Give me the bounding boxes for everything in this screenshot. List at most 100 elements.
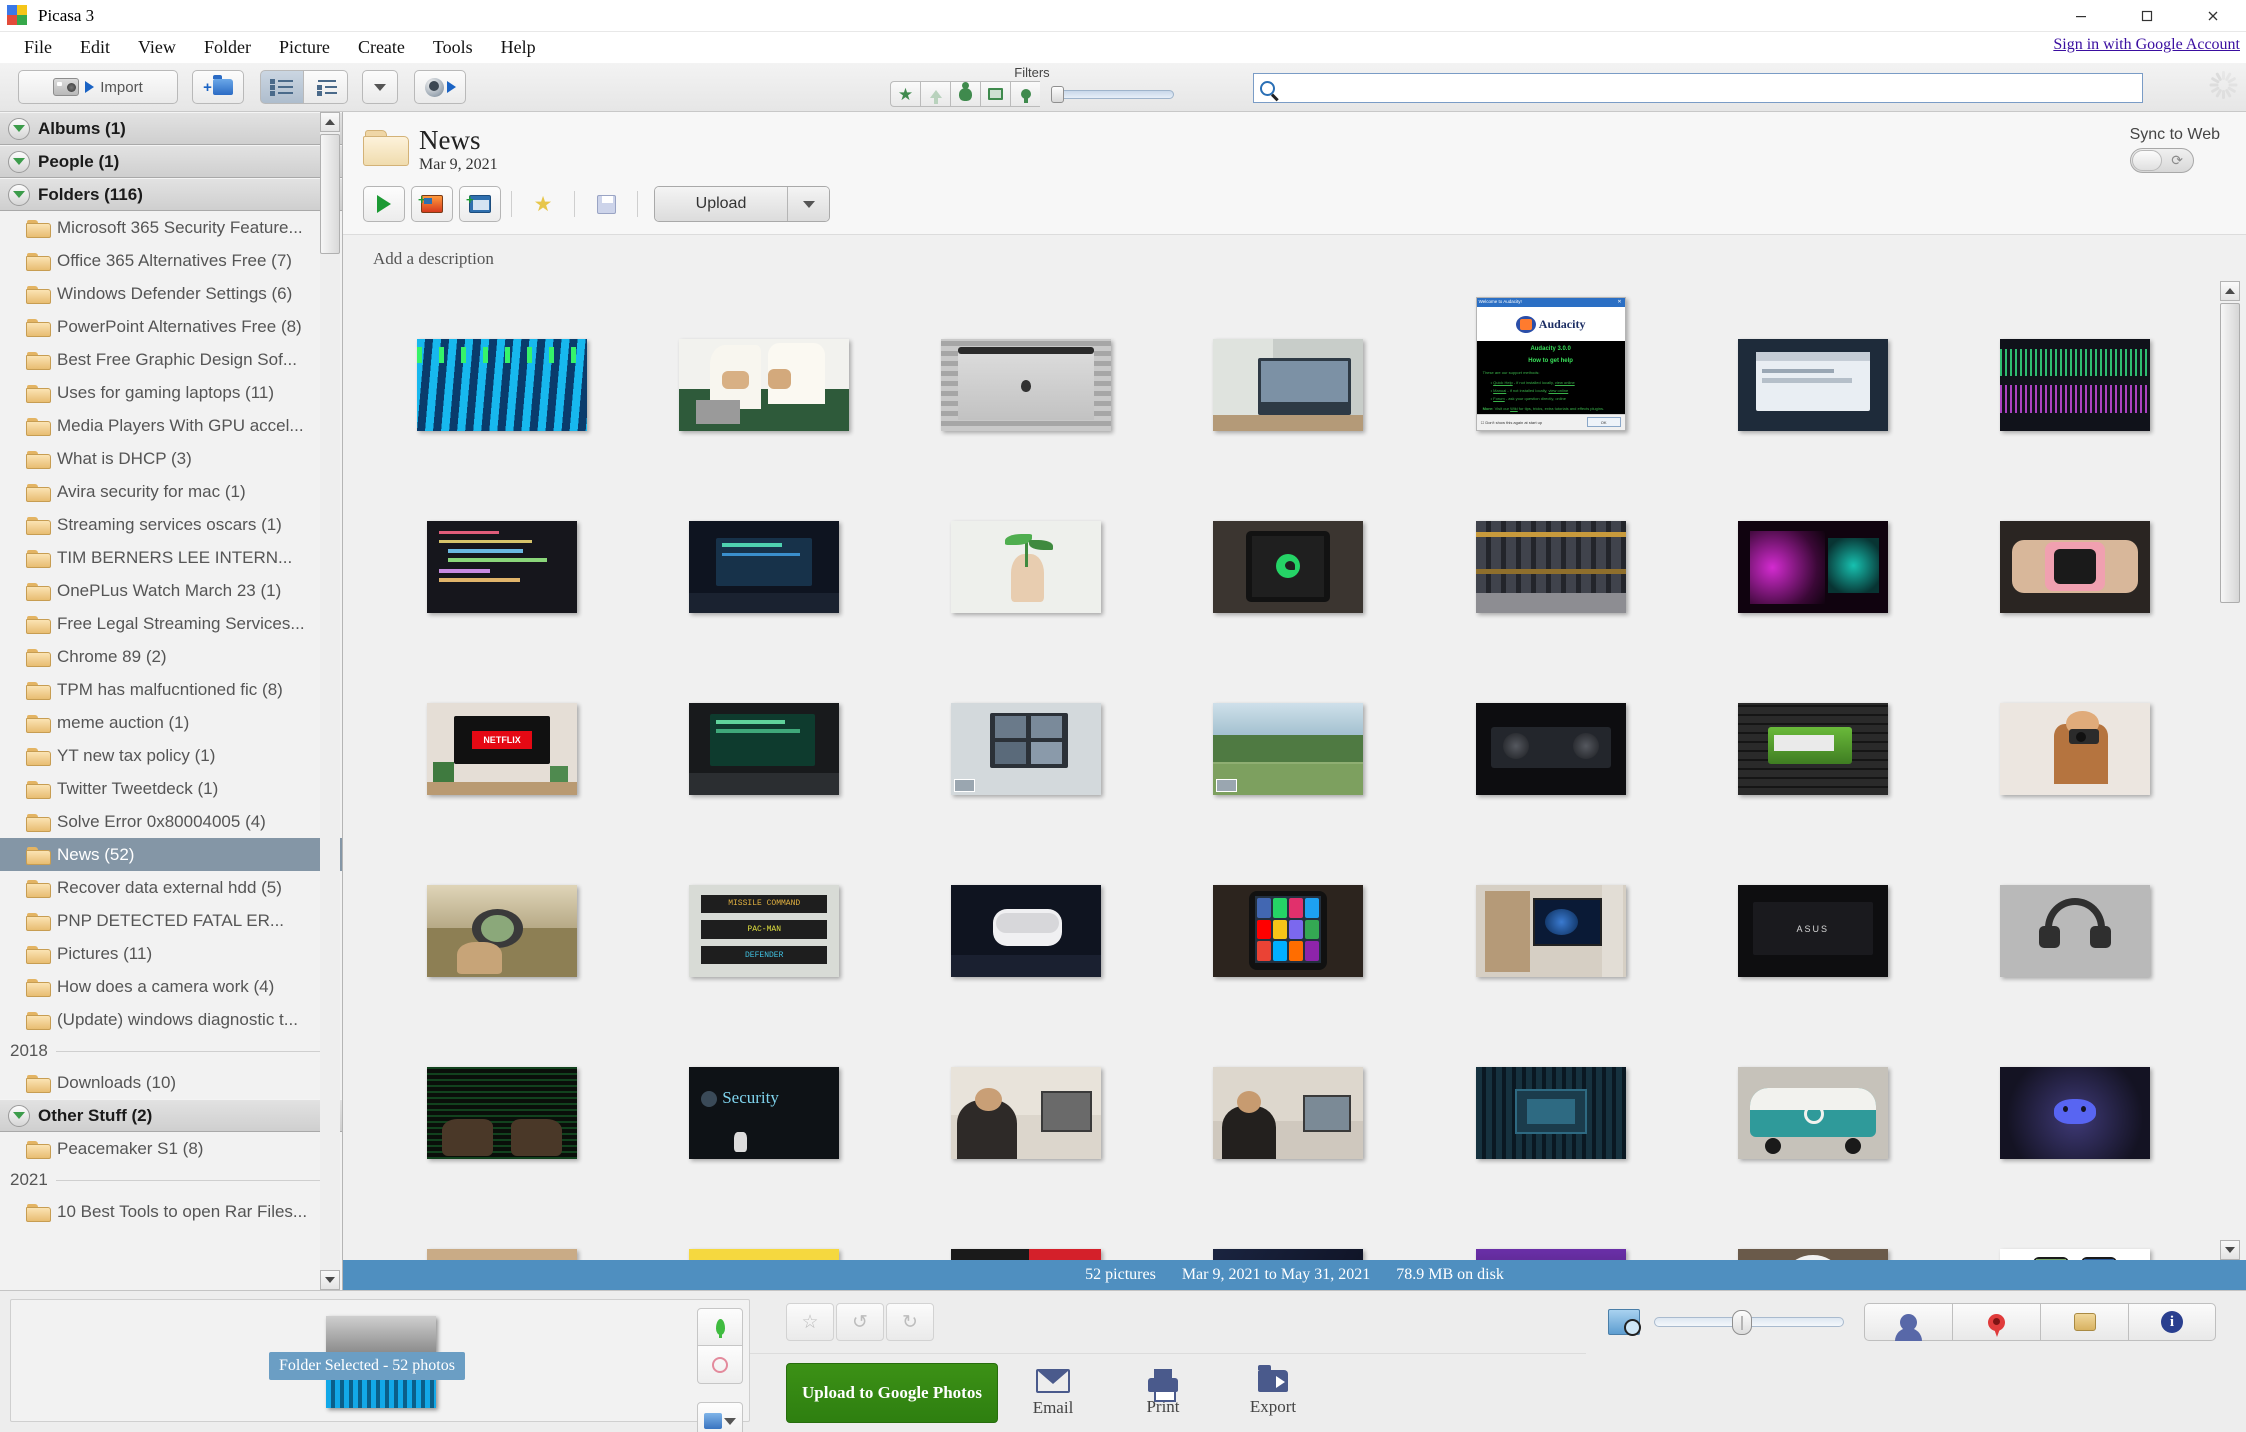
photo-tray[interactable]: Folder Selected - 52 photos [10,1299,750,1432]
thumbnail-cell[interactable] [633,1191,895,1260]
thumbnail-cell[interactable] [1682,645,1944,796]
thumbnail-two-phones-video-app[interactable] [1999,1249,2150,1260]
thumbnail-blue-server-lights[interactable] [417,339,588,432]
folder-item-selected[interactable]: News (52) [0,838,342,871]
thumbnail-vr-headset-white[interactable] [951,885,1102,978]
thumbnail-cell[interactable] [895,827,1157,978]
thumbnail-macbook-lid-apple-logo[interactable] [941,339,1112,432]
slider-knob[interactable] [1051,86,1064,103]
scroll-up-button[interactable] [2220,281,2240,302]
add-folder-button[interactable]: + [192,70,244,104]
menu-create[interactable]: Create [344,35,419,60]
thumbnail-cell[interactable] [1420,1009,1682,1160]
tray-add-album-button[interactable] [697,1402,743,1432]
folder-item[interactable]: TPM has malfucntioned fic (8) [0,673,342,706]
thumbnail-volkswagen-van-teal[interactable] [1737,1067,1888,1160]
collapse-toggle-icon[interactable] [8,150,30,173]
thumbnail-cell[interactable] [1157,645,1419,796]
thumbnail-hand-holding-green-sprout[interactable] [951,521,1102,614]
slideshow-button[interactable] [363,186,405,223]
thumbnail-cell[interactable] [1944,463,2206,614]
view-options-dropdown[interactable] [362,70,398,104]
folder-item[interactable]: Pictures (11) [0,937,342,970]
thumbnail-cell[interactable] [895,463,1157,614]
close-button[interactable] [2180,0,2246,32]
thumbnail-cell[interactable] [371,281,633,432]
folder-item-peacemaker[interactable]: Peacemaker S1 (8) [0,1132,342,1165]
thumbnail-browser-window-dark-ui[interactable] [1737,339,1888,432]
thumbnail-security-text-screen[interactable]: Security [689,1067,840,1160]
thumbnail-cell[interactable] [1420,827,1682,978]
print-button[interactable]: Print [1108,1369,1218,1417]
thumbnail-graphics-card-dual-fan[interactable] [1475,703,1626,796]
folder-item[interactable]: What is DHCP (3) [0,442,342,475]
star-rating-button[interactable]: ☆ [786,1303,834,1341]
thumbnail-cell[interactable] [1157,463,1419,614]
folder-item[interactable]: PowerPoint Alternatives Free (8) [0,310,342,343]
description-row[interactable]: Add a description [343,235,2246,282]
email-button[interactable]: Email [998,1368,1108,1418]
folder-item-downloads[interactable]: Downloads (10) [0,1066,342,1099]
thumbnail-server-rack-datacenter[interactable] [1475,521,1626,614]
thumbnail-cell[interactable]: ASUS [1682,827,1944,978]
thumbnail-cell[interactable] [1157,827,1419,978]
folder-item[interactable]: Microsoft 365 Security Feature... [0,211,342,244]
thumbnail-cell[interactable] [1157,1009,1419,1160]
thumbnail-cell[interactable] [1420,463,1682,614]
add-movie-button[interactable]: + [459,186,501,223]
thumbnail-cell[interactable]: Welcome to Audacity! ✕ Audacity Audacity 3.… [1420,281,1682,432]
thumbnail-headphones-grey-background[interactable] [1999,885,2150,978]
thumbnail-cell[interactable] [1682,463,1944,614]
folder-item[interactable]: TIM BERNERS LEE INTERN... [0,541,342,574]
thumbnail-man-on-video-call-desk[interactable] [1213,1067,1364,1160]
folder-item[interactable]: PNP DETECTED FATAL ER... [0,904,342,937]
rotate-right-button[interactable]: ↻ [886,1303,934,1341]
folder-item[interactable]: (Update) windows diagnostic t... [0,1003,342,1036]
detail-view-button[interactable] [304,70,348,104]
collapse-toggle-icon[interactable] [8,117,30,140]
menu-picture[interactable]: Picture [265,35,344,60]
thumbnail-cell[interactable] [1682,1191,1944,1260]
tray-clear-button[interactable] [697,1346,743,1384]
thumbnail-cell[interactable]: MISSILE COMMAND PAC-MAN DEFENDER [633,827,895,978]
add-photo-button[interactable]: + [411,186,453,223]
thumbnail-laptop-on-desk-window[interactable] [1213,339,1364,432]
export-button[interactable]: Export [1218,1364,1328,1417]
thumbnail-technician-hands-motherboard[interactable] [679,339,850,432]
folder-item[interactable]: Avira security for mac (1) [0,475,342,508]
maximize-button[interactable] [2114,0,2180,32]
menu-folder[interactable]: Folder [190,35,265,60]
sidebar-group-albums[interactable]: Albums (1) [0,112,342,145]
thumbnail-audacity-welcome-dialog[interactable]: Welcome to Audacity! ✕ Audacity Audacity 3.… [1475,297,1626,432]
star-button[interactable]: ★ [522,186,564,222]
grid-scrollbar[interactable] [2220,281,2240,1260]
scrollbar-thumb[interactable] [320,134,340,254]
star-filter-button[interactable]: ★ [890,81,920,107]
video-filter-button[interactable] [980,81,1010,107]
thumbnail-cell[interactable] [1944,827,2206,978]
folder-item[interactable]: Streaming services oscars (1) [0,508,342,541]
menu-file[interactable]: File [10,35,66,60]
folder-item[interactable]: Free Legal Streaming Services... [0,607,342,640]
tags-panel-button[interactable] [2040,1303,2128,1341]
sidebar-group-other-stuff[interactable]: Other Stuff (2) [0,1099,342,1132]
info-panel-button[interactable]: i [2128,1303,2216,1341]
folder-item[interactable]: Uses for gaming laptops (11) [0,376,342,409]
sidebar-group-folders[interactable]: Folders (116) [0,178,342,211]
sidebar-scrollbar[interactable] [320,112,340,1290]
thumbnail-conference-presentation-slide[interactable] [1213,1249,1364,1260]
thumbnail-cell[interactable] [1157,1191,1419,1260]
thumbnail-cell[interactable] [895,1191,1157,1260]
folder-item[interactable]: Recover data external hdd (5) [0,871,342,904]
menu-help[interactable]: Help [487,35,550,60]
thumbnail-cell[interactable] [895,281,1157,432]
collapse-toggle-icon[interactable] [8,183,30,206]
thumbnail-laptop-coffee-cafe[interactable] [427,1249,578,1260]
thumbnail-nvidia-card-on-keyboard[interactable] [1737,703,1888,796]
folder-item[interactable]: OnePLus Watch March 23 (1) [0,574,342,607]
thumbnail-man-video-conference-office[interactable] [951,1067,1102,1160]
thumbnail-laptop-dark-keyboard-code[interactable] [689,703,840,796]
thumbnail-cell[interactable] [371,1191,633,1260]
thumbnail-discord-logo-purple[interactable] [1999,1067,2150,1160]
save-button[interactable] [585,186,627,222]
